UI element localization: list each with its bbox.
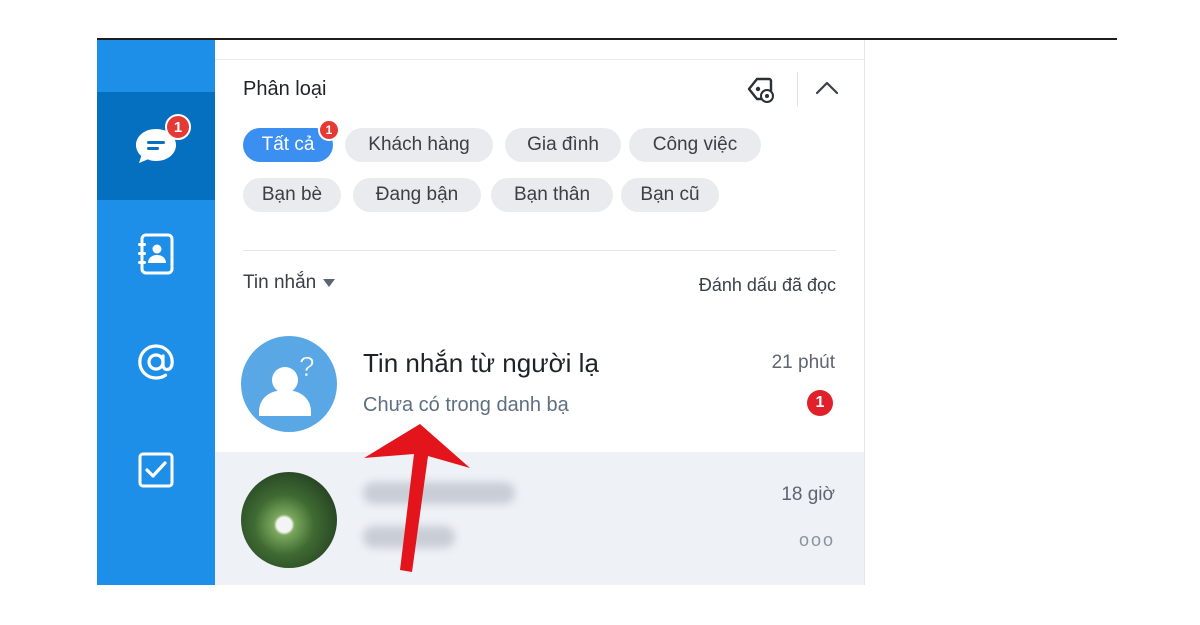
chip-work[interactable]: Công việc [629,128,761,162]
nav-mentions-button[interactable] [97,308,215,416]
chip-busy[interactable]: Đang bận [353,178,481,212]
nav-contacts-button[interactable] [97,200,215,308]
header-separator [797,72,798,106]
sidebar: 1 [97,40,215,585]
chip-all[interactable]: Tất cả 1 [243,119,340,162]
conversation-time: 18 giờ [781,484,835,505]
chip-close-friends[interactable]: Bạn thân [491,178,613,212]
tag-settings-icon[interactable] [745,74,777,104]
chip-badge: 1 [318,119,340,141]
chip-label: Công việc [652,134,738,155]
chip-label: Bạn thân [513,184,591,205]
chip-friends[interactable]: Bạn bè [243,178,341,212]
unknown-user-icon: ? [259,351,315,416]
conversation-time: 21 phút [771,352,835,373]
svg-text:?: ? [299,351,315,382]
chip-family[interactable]: Gia đình [505,128,621,162]
annotation-arrow [364,424,470,572]
conversation-panel: Phân loại Tất cả 1 Khách hàng Gia đình C… [215,40,865,585]
category-title: Phân loại [243,78,327,100]
chip-label: Tất cả [261,134,315,155]
mark-all-read-link[interactable]: Đánh dấu đã đọc [699,275,836,296]
conversation-item[interactable]: ? Tin nhắn từ người lạ Chưa có trong dan… [215,320,864,448]
avatar: ? [241,336,337,432]
nav-todo-button[interactable] [97,416,215,524]
at-sign-icon [138,344,174,380]
chip-customers[interactable]: Khách hàng [345,128,493,162]
chip-label: Khách hàng [368,134,470,155]
message-filter-label: Tin nhắn [243,272,317,293]
caret-down-icon [323,279,336,287]
chip-old-friends[interactable]: Bạn cũ [621,178,719,212]
screenshot: 1 Phân loại Tất cả 1 Khách hàng Gia đình… [0,0,1200,625]
chevron-up-icon[interactable] [813,76,841,100]
contact-book-icon [138,233,174,275]
conversation-subtitle: Chưa có trong danh bạ [363,394,569,416]
conversation-item[interactable]: 18 giờ ooo [215,452,864,585]
section-divider [243,250,836,251]
conversation-name: Tin nhắn từ người lạ [363,348,599,378]
avatar [241,472,337,568]
chip-label: Bạn bè [261,184,323,205]
nav-messages-button[interactable]: 1 [97,92,215,200]
messages-badge: 1 [165,114,191,140]
message-filter-dropdown[interactable]: Tin nhắn [243,272,336,294]
unread-badge: 1 [807,390,833,416]
chip-label: Đang bận [375,184,459,205]
chip-label: Gia đình [527,134,599,155]
checkbox-icon [138,452,174,488]
panel-top-strip [215,40,864,60]
chip-label: Bạn cũ [640,184,700,205]
more-options-icon[interactable]: ooo [799,530,835,551]
